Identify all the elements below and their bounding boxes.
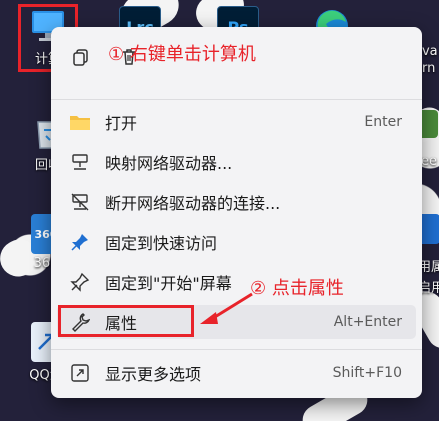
menu-item-pin-quick-access[interactable]: 固定到快速访问 xyxy=(57,225,416,259)
context-menu: 打开 Enter 映射网络驱动器... 断开网络驱动器的连接... 固定到快速访… xyxy=(51,27,422,398)
annotation-step2: ② 点击属性 xyxy=(250,278,344,299)
pin-icon xyxy=(69,231,91,253)
menu-item-map-network-drive[interactable]: 映射网络驱动器... xyxy=(57,145,416,179)
pin-start-icon xyxy=(69,271,91,293)
menu-item-shortcut: Shift+F10 xyxy=(332,365,402,381)
menu-separator xyxy=(51,99,422,100)
menu-item-label: 映射网络驱动器... xyxy=(105,154,233,173)
menu-item-shortcut: Alt+Enter xyxy=(333,314,402,330)
folder-icon xyxy=(69,111,91,133)
menu-item-label: 打开 xyxy=(105,114,138,133)
copy-icon xyxy=(71,47,91,71)
more-options-icon xyxy=(69,362,91,384)
menu-item-label: 固定到快速访问 xyxy=(105,234,218,253)
annotation-step1: ① 右键单击计算机 xyxy=(108,44,256,65)
menu-item-disconnect-network-drive[interactable]: 断开网络驱动器的连接... xyxy=(57,185,416,219)
menu-item-open[interactable]: 打开 Enter xyxy=(57,105,416,139)
properties-highlight-box xyxy=(58,305,194,337)
disconnect-drive-icon xyxy=(69,191,91,213)
annotation-arrow xyxy=(200,292,253,324)
menu-item-show-more-options[interactable]: 显示更多选项 Shift+F10 xyxy=(57,356,416,390)
menu-item-label: 显示更多选项 xyxy=(105,365,202,384)
network-drive-icon xyxy=(69,151,91,173)
menu-separator xyxy=(51,349,422,350)
copy-button[interactable] xyxy=(63,41,99,77)
menu-item-shortcut: Enter xyxy=(364,114,402,130)
menu-item-label: 断开网络驱动器的连接... xyxy=(105,194,281,213)
